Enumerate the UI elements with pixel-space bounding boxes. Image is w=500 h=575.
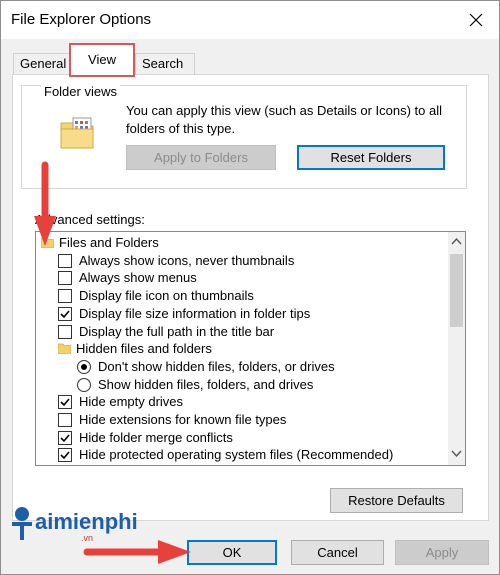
tree-item-label: Hide empty drives: [79, 394, 184, 410]
ok-button[interactable]: OK: [187, 540, 277, 565]
apply-to-folders-button[interactable]: Apply to Folders: [126, 145, 276, 170]
scrollbar-thumb[interactable]: [450, 254, 463, 327]
annotation-arrow-right: [83, 540, 191, 564]
window-title: File Explorer Options: [11, 11, 152, 28]
radio-button[interactable]: [77, 377, 91, 392]
tree-item-label: Don't show hidden files, folders, or dri…: [98, 358, 335, 374]
apply-button[interactable]: Apply: [395, 540, 489, 565]
tree-item-label: Hide protected operating system files (R…: [79, 447, 394, 463]
tree-item-label: Always show menus: [79, 270, 197, 286]
tab-search[interactable]: Search: [135, 53, 195, 75]
checkbox[interactable]: [58, 253, 72, 268]
checkbox[interactable]: [58, 448, 72, 463]
tab-general[interactable]: General: [13, 53, 71, 75]
advanced-settings-tree[interactable]: Files and Folders Always show icons, neve…: [35, 231, 466, 466]
scroll-up-icon[interactable]: [451, 237, 462, 245]
tree-item-label: Hide extensions for known file types: [79, 412, 287, 427]
tree-item-label: Hidden files and folders: [76, 341, 212, 357]
close-icon: [469, 13, 483, 27]
folder-views-legend: Folder views: [41, 84, 120, 99]
tree-item-label: Display file size information in folder …: [79, 305, 311, 321]
tree-item-label: Display file icon on thumbnails: [79, 288, 254, 304]
tree-item-label: Hide folder merge conflicts: [79, 429, 233, 445]
radio-button[interactable]: [77, 359, 91, 374]
advanced-settings-label: Advanced settings:: [35, 212, 145, 227]
checkbox[interactable]: [58, 289, 72, 304]
title-bar: File Explorer Options: [1, 1, 499, 39]
restore-defaults-button[interactable]: Restore Defaults: [330, 488, 463, 513]
folder-views-description: You can apply this view (such as Details…: [126, 103, 443, 136]
checkbox[interactable]: [58, 430, 72, 445]
checkbox[interactable]: [58, 413, 72, 427]
close-button[interactable]: [461, 5, 491, 35]
cancel-button[interactable]: Cancel: [291, 540, 384, 565]
tab-view[interactable]: View: [69, 43, 135, 77]
tree-scrollbar[interactable]: [448, 232, 465, 465]
watermark-sub: .vn: [81, 533, 94, 543]
tree-item-label: Files and Folders: [59, 235, 159, 250]
tab-strip: General Search View: [11, 43, 491, 77]
taimienphi-logo-icon: [12, 507, 32, 540]
tree-item-label: Always show icons, never thumbnails: [79, 252, 295, 268]
folder-icon: [58, 343, 71, 355]
folder-views-icon: [60, 117, 94, 149]
checkbox[interactable]: [58, 324, 72, 339]
reset-folders-button[interactable]: Reset Folders: [297, 145, 445, 170]
checkbox[interactable]: [58, 271, 72, 286]
scroll-down-icon[interactable]: [451, 450, 462, 458]
folder-icon: [41, 237, 54, 248]
file-explorer-options-window: File Explorer Options General Search Vie…: [0, 0, 500, 575]
watermark-brand: aimienphi: [35, 509, 138, 534]
checkbox[interactable]: [58, 306, 72, 321]
checkbox[interactable]: [58, 395, 72, 410]
tree-item-label: Show hidden files, folders, and drives: [98, 376, 314, 392]
tree-item-label: Display the full path in the title bar: [79, 323, 275, 339]
